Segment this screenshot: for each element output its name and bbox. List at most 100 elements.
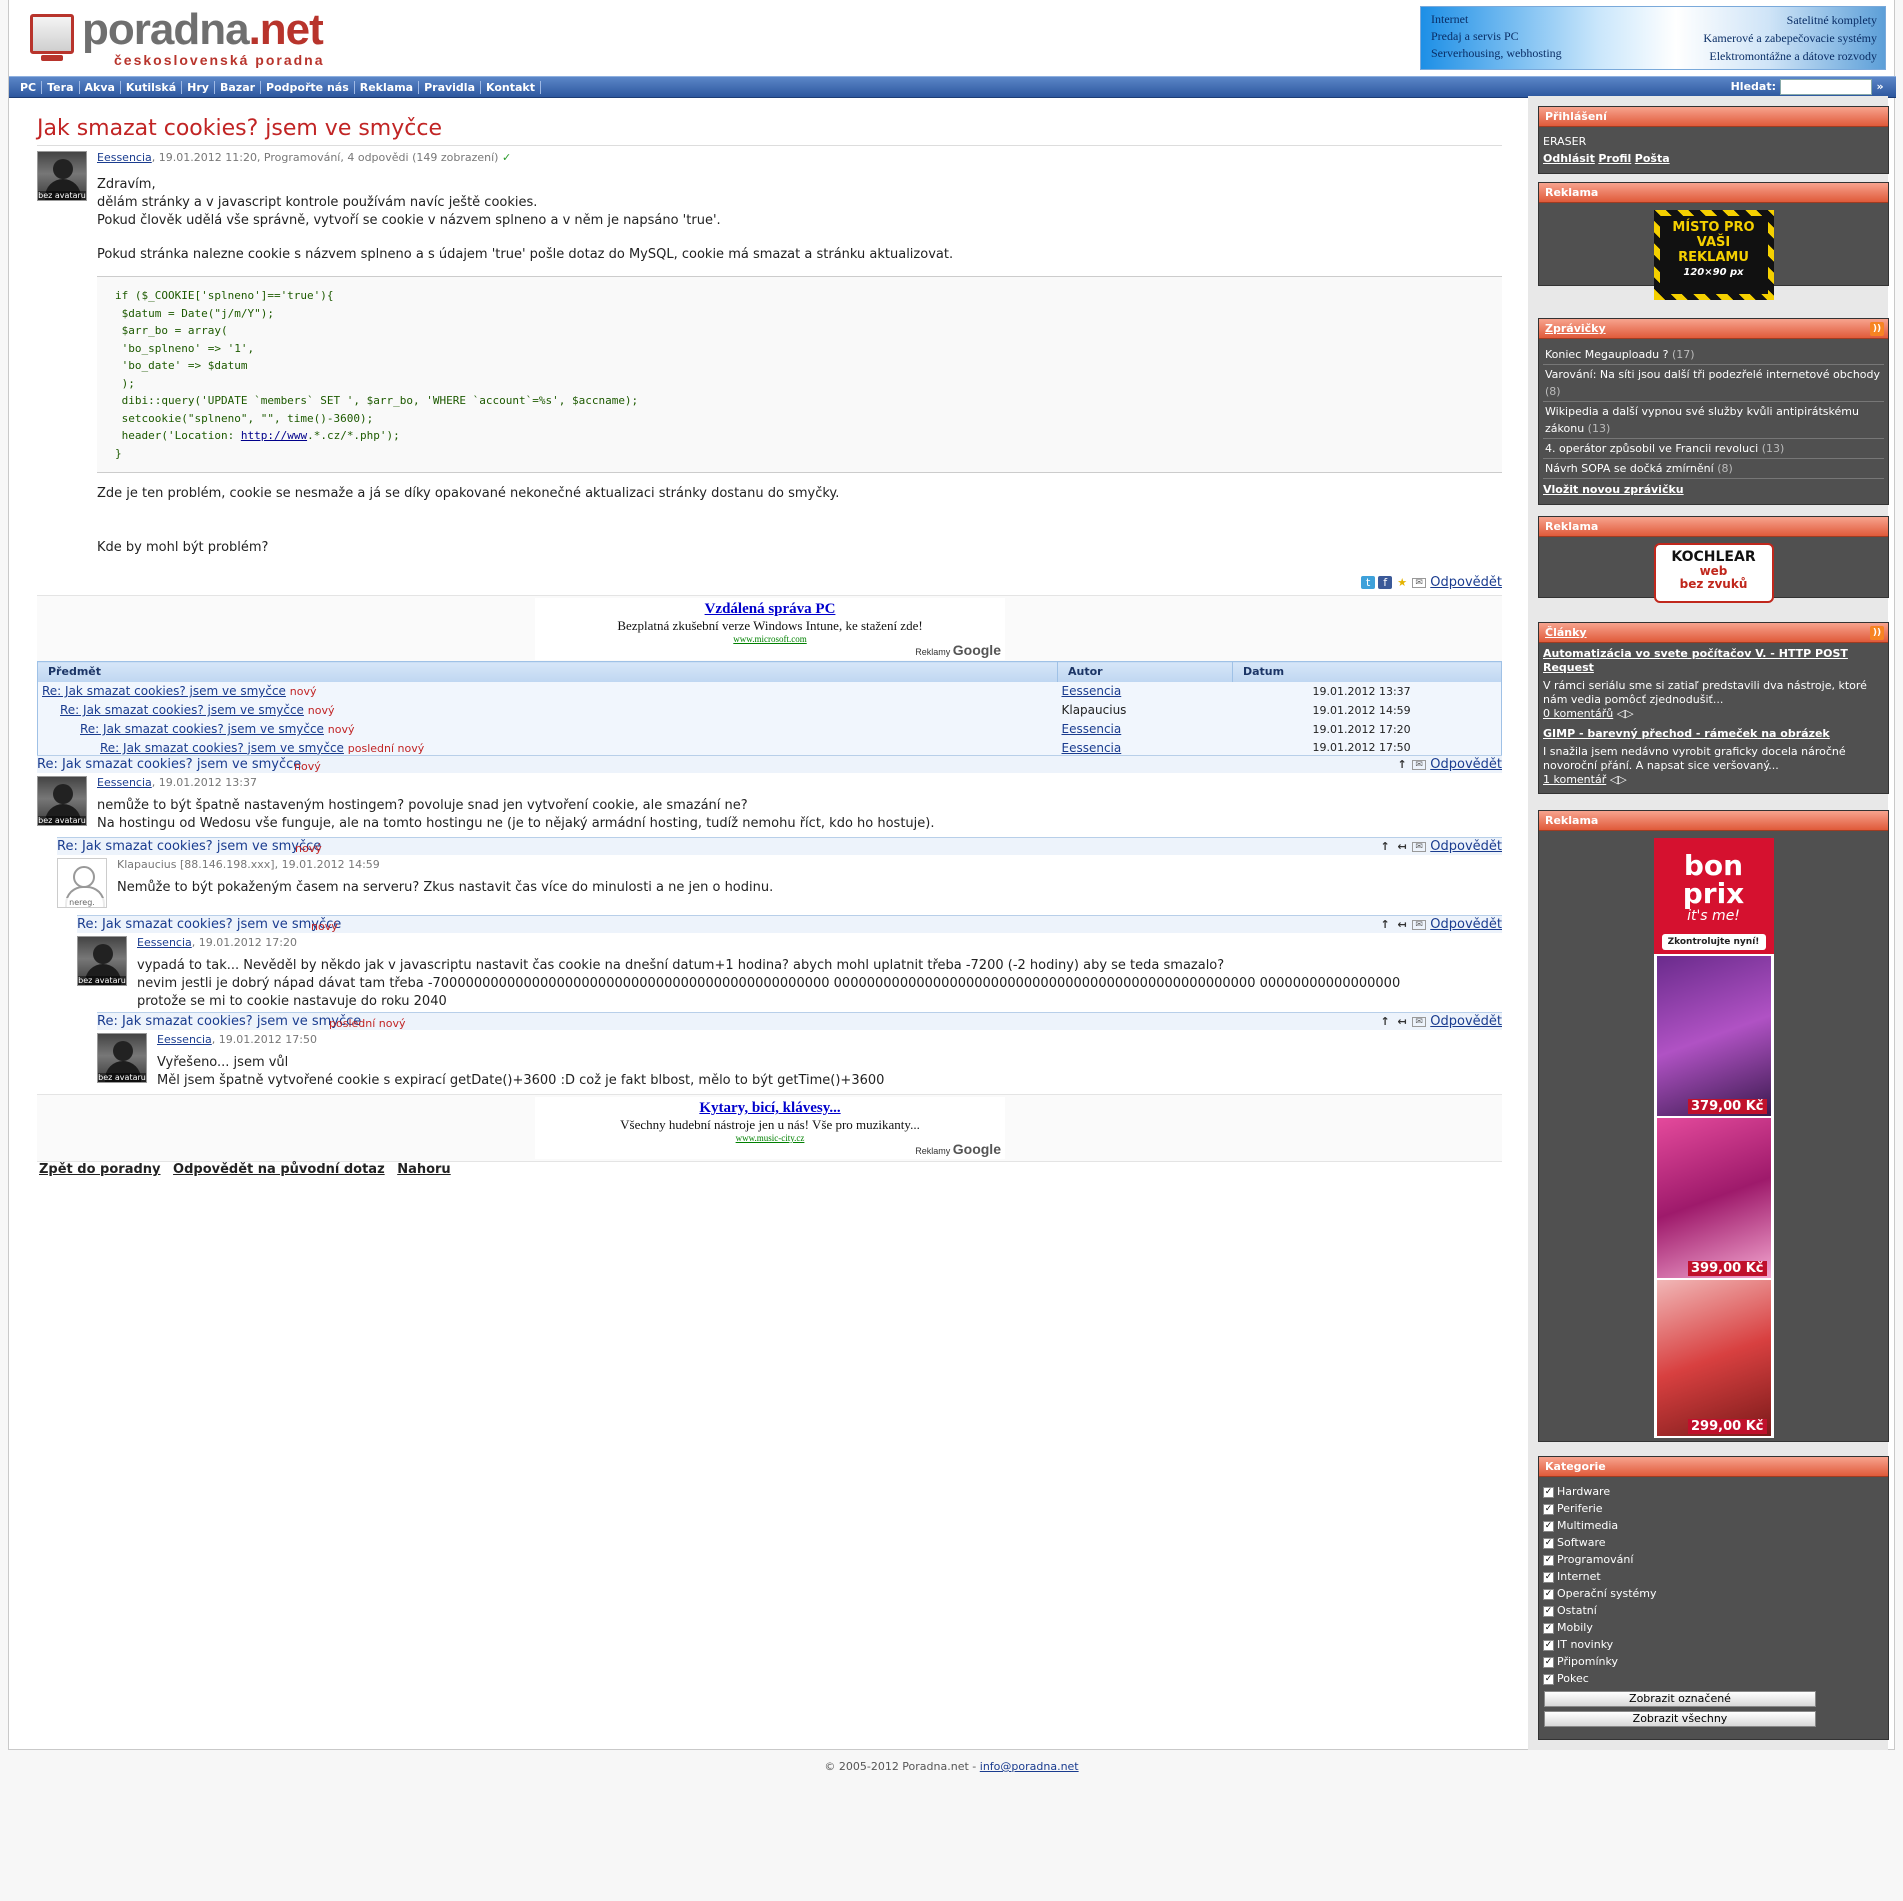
author-link[interactable]: Eessencia [137, 936, 192, 949]
nav-item-podporte[interactable]: Podpořte nás [261, 81, 355, 94]
add-news-link[interactable]: Vložit novou zprávičku [1543, 481, 1884, 498]
category-checkbox[interactable]: ✓ Internet [1543, 1568, 1884, 1585]
email-icon[interactable]: ✉ [1412, 1016, 1427, 1027]
contact-email-link[interactable]: info@poradna.net [980, 1760, 1079, 1773]
thread-author-link[interactable]: Eessencia [1062, 741, 1122, 755]
nav-item-pravidla[interactable]: Pravidla [419, 81, 481, 94]
category-checkbox[interactable]: ✓ Software [1543, 1534, 1884, 1551]
category-checkbox[interactable]: ✓ Multimedia [1543, 1517, 1884, 1534]
favorite-star-icon[interactable]: ★ [1395, 576, 1409, 589]
search-input[interactable] [1780, 79, 1872, 95]
rss-icon[interactable]: )) [1870, 626, 1884, 640]
back-arrow-icon[interactable]: ↤ [1395, 840, 1409, 853]
articles-title[interactable]: Články [1545, 626, 1587, 639]
checkbox[interactable]: ✓ [1543, 1520, 1554, 1532]
checkbox[interactable]: ✓ [1543, 1571, 1554, 1583]
site-logo[interactable]: poradna.net československá poradna [26, 5, 346, 69]
reply-button[interactable]: Odpovědět [1430, 757, 1502, 772]
news-item[interactable]: Varování: Na síti jsou další tři podezře… [1543, 365, 1884, 402]
ad-box[interactable]: Kytary, bicí, klávesy... Všechny hudební… [535, 1097, 1005, 1159]
mail-link[interactable]: Pošta [1635, 152, 1670, 165]
product-image[interactable]: 399,00 Kč [1656, 1118, 1771, 1278]
nav-item-kutilska[interactable]: Kutilská [120, 81, 183, 94]
reply-original-link[interactable]: Odpovědět na původní dotaz [173, 1162, 385, 1177]
nav-item-reklama[interactable]: Reklama [354, 81, 420, 94]
checkbox[interactable]: ✓ [1543, 1537, 1554, 1549]
reply-subject[interactable]: Re: Jak smazat cookies? jsem ve smyčce [37, 757, 301, 772]
back-arrow-icon[interactable]: ↤ [1395, 1015, 1409, 1028]
author-link[interactable]: Eessencia [157, 1033, 212, 1046]
category-checkbox[interactable]: ✓ Operační systémy [1543, 1585, 1884, 1602]
reply-button[interactable]: Odpovědět [1430, 917, 1502, 932]
category-checkbox[interactable]: ✓ Programování [1543, 1551, 1884, 1568]
checkbox[interactable]: ✓ [1543, 1554, 1554, 1566]
checkbox[interactable]: ✓ [1543, 1588, 1554, 1600]
reply-subject[interactable]: Re: Jak smazat cookies? jsem ve smyčce [57, 839, 321, 854]
arrow-up-icon[interactable]: ↑ [1378, 1015, 1392, 1028]
ad-title-link[interactable]: Vzdálená správa PC [535, 601, 1005, 618]
go-top-link[interactable]: Nahoru [397, 1162, 451, 1177]
ad-title-link[interactable]: Kytary, bicí, klávesy... [535, 1100, 1005, 1117]
ads-by-google[interactable]: Reklamy Google [915, 642, 1001, 658]
category-checkbox[interactable]: ✓ Periferie [1543, 1500, 1884, 1517]
thread-author-link[interactable]: Eessencia [1062, 684, 1122, 698]
checkbox[interactable]: ✓ [1543, 1503, 1554, 1515]
nav-item-hry[interactable]: Hry [182, 81, 215, 94]
checkbox[interactable]: ✓ [1543, 1622, 1554, 1634]
thread-subject-link[interactable]: Re: Jak smazat cookies? jsem ve smyčce [80, 722, 324, 736]
bonprix-banner[interactable]: bon prix it's me! Zkontrolujte nyní! 379… [1653, 838, 1774, 1438]
news-item[interactable]: Návrh SOPA se dočká zmírnění (8) [1543, 459, 1884, 479]
code-link[interactable]: http://www [241, 429, 307, 442]
reply-subject[interactable]: Re: Jak smazat cookies? jsem ve smyčce [77, 917, 341, 932]
nav-item-akva[interactable]: Akva [79, 81, 121, 94]
reply-button[interactable]: Odpovědět [1430, 1014, 1502, 1029]
search-go-button[interactable]: » [1872, 80, 1888, 93]
email-icon[interactable]: ✉ [1412, 919, 1427, 930]
product-image[interactable]: 299,00 Kč [1656, 1280, 1771, 1436]
reply-button[interactable]: Odpovědět [1430, 839, 1502, 854]
header-ad-banner[interactable]: Internet Predaj a servis PC Serverhousin… [1420, 6, 1886, 70]
news-title[interactable]: Zprávičky [1545, 322, 1606, 335]
article-title-link[interactable]: Automatizácia vo svete počítačov V. - HT… [1543, 647, 1884, 675]
back-arrow-icon[interactable]: ↤ [1395, 918, 1409, 931]
category-checkbox[interactable]: ✓ Ostatní [1543, 1602, 1884, 1619]
show-all-button[interactable]: Zobrazit všechny [1544, 1711, 1816, 1727]
kochlear-banner[interactable]: KOCHLEAR web bez zvuků [1653, 543, 1774, 603]
checkbox[interactable]: ✓ [1543, 1673, 1554, 1685]
ads-by-google[interactable]: Reklamy Google [915, 1141, 1001, 1157]
logout-link[interactable]: Odhlásit [1543, 152, 1595, 165]
category-checkbox[interactable]: ✓ Připomínky [1543, 1653, 1884, 1670]
nav-item-pc[interactable]: PC [15, 81, 43, 94]
email-icon[interactable]: ✉ [1412, 841, 1427, 852]
category-checkbox[interactable]: ✓ Mobily [1543, 1619, 1884, 1636]
arrow-up-icon[interactable]: ↑ [1378, 918, 1392, 931]
thread-subject-link[interactable]: Re: Jak smazat cookies? jsem ve smyčce [100, 741, 344, 755]
arrow-up-icon[interactable]: ↑ [1395, 758, 1409, 771]
category-checkbox[interactable]: ✓ Hardware [1543, 1483, 1884, 1500]
checkbox[interactable]: ✓ [1543, 1656, 1554, 1668]
rss-icon[interactable]: )) [1870, 322, 1884, 336]
thread-author-link[interactable]: Eessencia [1062, 722, 1122, 736]
category-checkbox[interactable]: ✓ Pokec [1543, 1670, 1884, 1687]
article-comments-link[interactable]: 0 komentářů [1543, 707, 1613, 720]
ad-box[interactable]: Vzdálená správa PC Bezplatná zkušební ve… [535, 598, 1005, 660]
email-icon[interactable]: ✉ [1412, 577, 1427, 588]
checkbox[interactable]: ✓ [1543, 1639, 1554, 1651]
checkbox[interactable]: ✓ [1543, 1605, 1554, 1617]
thread-subject-link[interactable]: Re: Jak smazat cookies? jsem ve smyčce [60, 703, 304, 717]
nav-item-tera[interactable]: Tera [42, 81, 80, 94]
email-icon[interactable]: ✉ [1412, 759, 1427, 770]
product-image[interactable]: 379,00 Kč [1656, 956, 1771, 1116]
back-to-forum-link[interactable]: Zpět do poradny [39, 1162, 161, 1177]
article-comments-link[interactable]: 1 komentář [1543, 773, 1606, 786]
nav-item-bazar[interactable]: Bazar [214, 81, 262, 94]
news-item[interactable]: Wikipedia a další vypnou své služby kvůl… [1543, 402, 1884, 439]
article-title-link[interactable]: GIMP - barevný přechod - rámeček na obrá… [1543, 727, 1884, 741]
author-link[interactable]: Eessencia [97, 151, 152, 164]
bonprix-cta-button[interactable]: Zkontrolujte nyní! [1661, 934, 1766, 950]
checkbox[interactable]: ✓ [1543, 1486, 1554, 1498]
arrow-up-icon[interactable]: ↑ [1378, 840, 1392, 853]
news-item[interactable]: 4. operátor způsobil ve Francii revoluci… [1543, 439, 1884, 459]
thread-subject-link[interactable]: Re: Jak smazat cookies? jsem ve smyčce [42, 684, 286, 698]
reply-button[interactable]: Odpovědět [1430, 575, 1502, 590]
